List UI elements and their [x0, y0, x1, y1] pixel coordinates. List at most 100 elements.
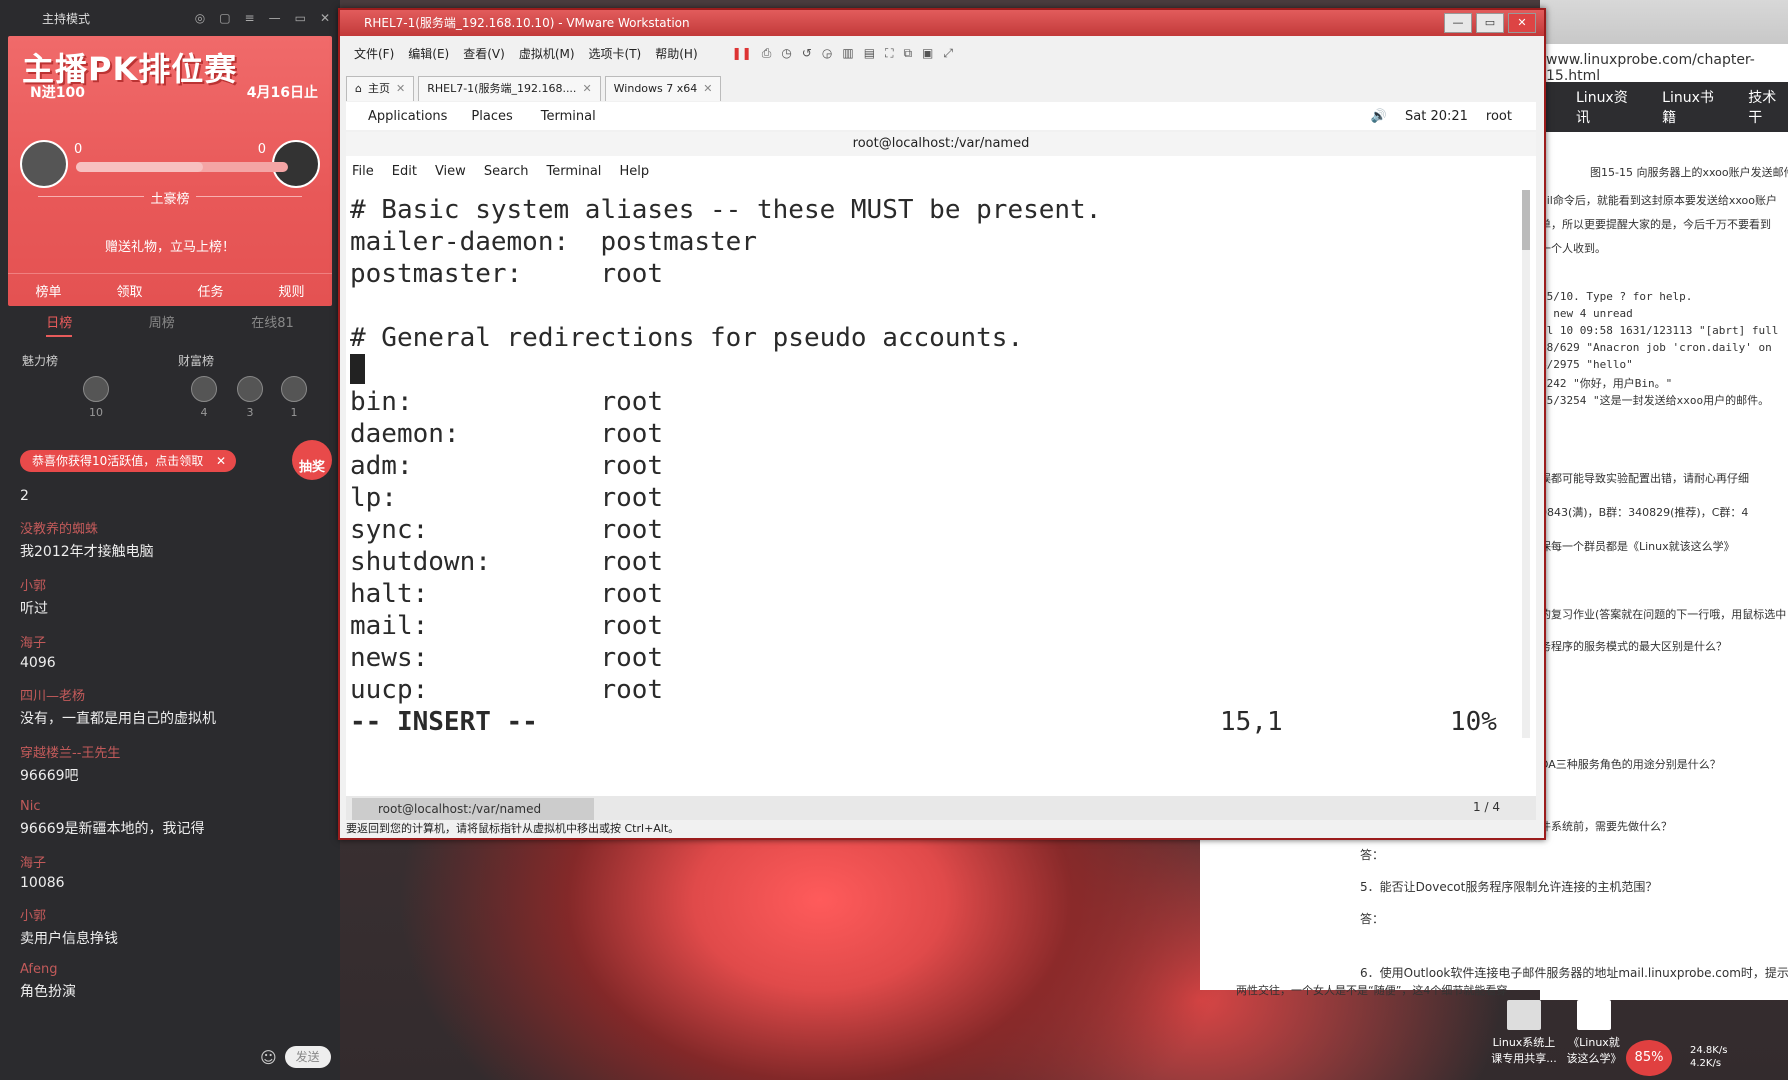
browser-titlebar — [1540, 0, 1788, 44]
chat-message: 没教养的蜘蛛 我2012年才接触电脑 — [20, 522, 154, 560]
tab-claim[interactable]: 领取 — [116, 281, 142, 300]
nav-item[interactable]: Linux资讯 — [1576, 87, 1638, 127]
menu-view[interactable]: View — [435, 164, 466, 179]
rank-tabs: 日榜 周榜 在线81 — [8, 312, 332, 337]
window-icon[interactable]: ▢ — [219, 11, 230, 25]
desktop-file-icon[interactable]: Linux系统上课专用共享... — [1488, 1000, 1560, 1066]
figure-caption: 图15-15 向服务器上的xxoo账户发送邮件 — [1590, 166, 1788, 179]
lottery-button[interactable]: 抽奖 — [292, 440, 332, 480]
tab-online[interactable]: 在线81 — [251, 312, 294, 337]
terminal-line: postmaster: root — [350, 259, 664, 289]
stretch-icon[interactable]: ⤢ — [943, 46, 953, 61]
cursor-position: 15,1 — [1220, 707, 1283, 737]
mail-line: /5/10. Type ? for help. — [1540, 290, 1693, 303]
maximize-button[interactable]: ▭ — [1476, 13, 1504, 33]
minimize-icon[interactable]: — — [269, 11, 281, 25]
console-icon[interactable]: ▤ — [864, 46, 875, 61]
menu-edit[interactable]: Edit — [392, 164, 417, 179]
user-menu[interactable]: root — [1486, 109, 1512, 124]
mail-line: 18/629 "Anacron job 'cron.daily' on — [1540, 341, 1772, 354]
workspace-indicator[interactable]: 1 / 4 — [1473, 800, 1500, 814]
rank-avatar[interactable]: 4 — [190, 376, 218, 419]
close-icon[interactable]: ✕ — [216, 450, 226, 472]
revert-icon[interactable]: ↺ — [802, 46, 812, 61]
tab-rhel[interactable]: RHEL7-1(服务端_192.168.... ✕ — [418, 76, 601, 101]
close-icon[interactable]: ✕ — [582, 77, 591, 101]
applications-menu[interactable]: Applications — [368, 109, 447, 124]
fullscreen-icon[interactable]: ⛶ — [885, 46, 893, 61]
vmware-titlebar[interactable]: RHEL7-1(服务端_192.168.10.10) - VMware Work… — [340, 10, 1544, 36]
battery-indicator[interactable]: 85% — [1626, 1040, 1672, 1076]
terminal-line: # General redirections for pseudo accoun… — [350, 323, 1024, 353]
section-label: 土豪榜 — [144, 192, 196, 207]
unity-icon[interactable]: ⧉ — [903, 46, 912, 61]
terminal-icon[interactable]: ▣ — [922, 46, 933, 61]
menu-terminal[interactable]: Terminal — [546, 164, 601, 179]
chat-message: 2 — [20, 488, 29, 504]
article-text: 保每一个群员都是《Linux就该这么学》 — [1540, 540, 1735, 553]
send-keys-icon[interactable]: ⎙ — [762, 46, 772, 61]
tab-weekly[interactable]: 周榜 — [149, 312, 175, 337]
terminal-line: lp: root — [350, 483, 664, 513]
scrollbar[interactable] — [1522, 190, 1530, 738]
taskbar-item[interactable]: root@localhost:/var/named — [352, 798, 594, 820]
menu-help[interactable]: 帮助(H) — [655, 45, 697, 62]
chat-message: 海子 4096 — [20, 636, 56, 671]
menu-tabs[interactable]: 选项卡(T) — [589, 45, 642, 62]
browser-url[interactable]: www.linuxprobe.com/chapter-15.html — [1540, 52, 1788, 84]
tab-windows[interactable]: Windows 7 x64 ✕ — [604, 76, 722, 101]
close-button[interactable]: ✕ — [1508, 13, 1536, 33]
vim-mode: -- INSERT -- — [350, 707, 538, 737]
rank-avatar[interactable]: 3 — [236, 376, 264, 419]
menu-file[interactable]: File — [352, 164, 374, 179]
tab-list[interactable]: 榜单 — [35, 281, 61, 300]
emoji-icon[interactable]: ☺ — [260, 1048, 277, 1067]
article-text: 一个人收到。 — [1540, 242, 1606, 255]
menu-vm[interactable]: 虚拟机(M) — [519, 45, 575, 62]
reward-notice[interactable]: 恭喜你获得10活跃值，点击领取 ✕ — [20, 450, 236, 472]
terminal-text-area[interactable]: # Basic system aliases -- these MUST be … — [346, 190, 1536, 796]
tab-task[interactable]: 任务 — [197, 281, 223, 300]
minimize-button[interactable]: — — [1444, 13, 1472, 33]
snapshot-manager-icon[interactable]: ◶ — [822, 46, 832, 61]
document-pane: 答： 5．能否让Dovecot服务程序限制允许连接的主机范围？ 答： 6．使用O… — [1200, 840, 1788, 997]
nav-item[interactable]: 技术干 — [1748, 87, 1788, 127]
tab-rules[interactable]: 规则 — [278, 281, 304, 300]
menu-help[interactable]: Help — [619, 164, 649, 179]
chat-message: 小郭 卖用户信息挣钱 — [20, 909, 118, 947]
tab-daily[interactable]: 日榜 — [46, 312, 73, 337]
terminal-title: root@localhost:/var/named — [346, 132, 1536, 156]
pdf-file-icon[interactable]: 《Linux就该这么学》 — [1566, 1000, 1622, 1066]
rank-avatar[interactable]: 10 — [82, 376, 110, 419]
answer-label: 答： — [1360, 912, 1385, 926]
settings-icon[interactable]: ◎ — [195, 11, 205, 25]
chat-message: Nic 96669是新疆本地的，我记得 — [20, 799, 205, 837]
places-menu[interactable]: Places — [471, 109, 512, 124]
nav-item[interactable]: Linux书籍 — [1662, 87, 1724, 127]
menu-file[interactable]: 文件(F) — [354, 45, 394, 62]
chat-message: 四川—老杨 没有，一直都是用自己的虚拟机 — [20, 689, 216, 727]
send-button[interactable]: 发送 — [284, 1046, 331, 1068]
avatar[interactable] — [20, 140, 68, 188]
footer-headline[interactable]: 两性交往，一个女人是不是“随便”，这4个细节就能看穿 — [1236, 982, 1507, 998]
tab-home[interactable]: ⌂ 主页 ✕ — [346, 76, 415, 101]
close-icon[interactable]: ✕ — [320, 11, 330, 25]
menu-view[interactable]: 查看(V) — [463, 45, 505, 62]
menu-edit[interactable]: 编辑(E) — [408, 45, 449, 62]
close-icon[interactable]: ✕ — [396, 77, 405, 101]
pause-icon[interactable]: ❚❚ — [732, 46, 752, 61]
close-icon[interactable]: ✕ — [703, 77, 712, 101]
snapshot-icon[interactable]: ◷ — [781, 46, 791, 61]
vmware-menubar: 文件(F) 编辑(E) 查看(V) 虚拟机(M) 选项卡(T) 帮助(H) ❚❚… — [340, 40, 1558, 66]
maximize-icon[interactable]: ▭ — [295, 11, 306, 25]
menu-icon[interactable]: ≡ — [245, 11, 255, 25]
rank-avatar[interactable]: 1 — [280, 376, 308, 419]
article-text: DA三种服务角色的用途分别是什么？ — [1540, 758, 1721, 771]
mail-line: 1 new 4 unread — [1540, 307, 1633, 320]
sidebar-icon[interactable]: ▥ — [842, 46, 853, 61]
menu-search[interactable]: Search — [484, 164, 529, 179]
clock[interactable]: Sat 20:21 — [1405, 109, 1468, 124]
terminal-app[interactable]: Terminal — [541, 109, 596, 124]
volume-icon[interactable]: 🔊 — [1371, 109, 1387, 124]
score-right: 0 — [257, 142, 266, 157]
